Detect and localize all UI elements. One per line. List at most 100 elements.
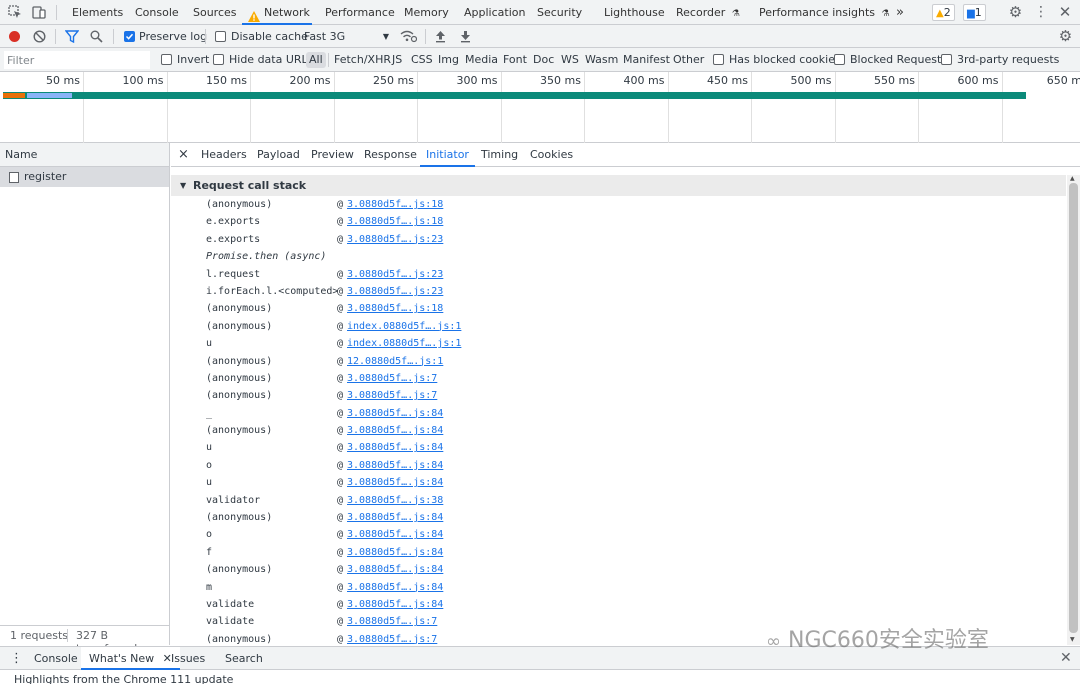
call-stack-source-link[interactable]: 3.0880d5f….js:84 [347,477,443,488]
clear-icon[interactable] [33,30,46,43]
detail-tab-cookies[interactable]: Cookies [530,143,573,167]
messages-badge[interactable]: ▆1 [963,4,986,21]
invert-checkbox[interactable] [161,54,172,65]
request-call-stack-header[interactable]: ▼ Request call stack [171,175,1066,196]
more-tabs-icon[interactable]: » [896,0,904,25]
tab-application[interactable]: Application [464,0,525,25]
call-stack-source-link[interactable]: 3.0880d5f….js:18 [347,303,443,314]
call-stack-source-link[interactable]: 3.0880d5f….js:23 [347,269,443,280]
drawer-tab-issues[interactable]: Issues [171,647,205,670]
close-detail-icon[interactable]: × [178,143,189,167]
call-stack-source-link[interactable]: 3.0880d5f….js:7 [347,616,437,627]
third-party-requests-checkbox[interactable] [941,54,952,65]
throttling-select[interactable]: Fast 3G ▼ [304,25,392,48]
call-stack-source-link[interactable]: 3.0880d5f….js:84 [347,547,443,558]
tab-lighthouse[interactable]: Lighthouse [604,0,665,25]
call-stack-source-link[interactable]: 3.0880d5f….js:38 [347,495,443,506]
call-stack-source-link[interactable]: 3.0880d5f….js:84 [347,599,443,610]
tab-network[interactable]: Network [242,0,312,25]
record-icon[interactable] [9,31,20,42]
disable-cache-checkbox[interactable] [215,31,226,42]
request-list-panel: Name register [0,143,170,625]
name-column-header[interactable]: Name [0,143,169,167]
drawer-tab-console[interactable]: Console [34,647,78,670]
call-stack-source-link[interactable]: 3.0880d5f….js:23 [347,286,443,297]
call-stack-source-link[interactable]: index.0880d5f….js:1 [347,338,461,349]
call-stack-function: (anonymous) [206,372,273,384]
call-stack-source-link[interactable]: 3.0880d5f….js:18 [347,216,443,227]
tab-performance-insights[interactable]: Performance insights ⚗ [759,0,890,25]
vertical-scrollbar[interactable]: ▲ ▼ [1067,175,1080,645]
device-toolbar-icon[interactable] [31,4,47,20]
warnings-badge[interactable]: ▲2 [932,4,955,21]
type-filter-js[interactable]: JS [392,48,402,72]
type-filter-all[interactable]: All [306,52,326,68]
call-stack-source-link[interactable]: 3.0880d5f….js:7 [347,373,437,384]
call-stack-source-link[interactable]: 12.0880d5f….js:1 [347,356,443,367]
call-stack-source-link[interactable]: 3.0880d5f….js:84 [347,564,443,575]
type-filter-other[interactable]: Other [673,48,704,72]
detail-tab-timing[interactable]: Timing [481,143,518,167]
scroll-down-arrow-icon[interactable]: ▼ [1070,636,1075,643]
type-filter-doc[interactable]: Doc [533,48,554,72]
detail-tab-initiator[interactable]: Initiator [420,143,475,167]
filter-input[interactable] [4,51,150,69]
type-filter-img[interactable]: Img [438,48,459,72]
close-devtools-icon[interactable]: ✕ [1058,4,1072,20]
call-stack-source-link[interactable]: 3.0880d5f….js:84 [347,460,443,471]
preserve-log-checkbox[interactable] [124,31,135,42]
tab-sources[interactable]: Sources [193,0,237,25]
call-stack-source-link[interactable]: 3.0880d5f….js:18 [347,199,443,210]
type-filter-css[interactable]: CSS [411,48,433,72]
type-filter-font[interactable]: Font [503,48,527,72]
type-filter-manifest[interactable]: Manifest [623,48,670,72]
tab-elements[interactable]: Elements [72,0,123,25]
search-icon[interactable] [90,30,103,43]
call-stack-source-link[interactable]: 3.0880d5f….js:7 [347,390,437,401]
tab-performance[interactable]: Performance [325,0,395,25]
call-stack-source-link[interactable]: 3.0880d5f….js:7 [347,634,437,645]
call-stack-function: (anonymous) [206,512,273,524]
call-stack-row: e.exports @3.0880d5f….js:18 [171,213,1066,230]
timeline-overview[interactable]: 50 ms 100 ms 150 ms 200 ms 250 ms 300 ms 350 m… [0,72,1080,143]
request-row-register[interactable]: register [0,167,169,187]
drawer-menu-icon[interactable]: ⋮ [10,647,23,670]
call-stack-source-link[interactable]: index.0880d5f….js:1 [347,321,461,332]
scrollbar-thumb[interactable] [1069,183,1078,633]
type-filter-ws[interactable]: WS [561,48,579,72]
call-stack-source-link[interactable]: 3.0880d5f….js:84 [347,529,443,540]
has-blocked-cookies-checkbox[interactable] [713,54,724,65]
scroll-up-arrow-icon[interactable]: ▲ [1070,175,1075,182]
detail-tab-preview[interactable]: Preview [311,143,354,167]
collapse-triangle-icon: ▼ [180,181,187,190]
import-har-icon[interactable] [434,30,447,43]
detail-tab-response[interactable]: Response [364,143,417,167]
call-stack-source-link[interactable]: 3.0880d5f….js:84 [347,408,443,419]
drawer-tab-search[interactable]: Search [225,647,263,670]
filter-icon[interactable] [65,30,79,43]
blocked-requests-checkbox[interactable] [834,54,845,65]
more-options-icon[interactable]: ⋮ [1034,5,1048,20]
detail-tab-payload[interactable]: Payload [257,143,300,167]
tab-security[interactable]: Security [537,0,582,25]
tab-recorder[interactable]: Recorder ⚗ [676,0,740,25]
network-settings-gear-icon[interactable]: ⚙ [1058,29,1073,44]
call-stack-source-link[interactable]: 3.0880d5f….js:84 [347,425,443,436]
settings-gear-icon[interactable]: ⚙ [1008,5,1023,20]
tab-memory[interactable]: Memory [404,0,449,25]
type-filter-wasm[interactable]: Wasm [585,48,618,72]
type-filter-fetch-xhr[interactable]: Fetch/XHR [334,48,391,72]
inspect-element-icon[interactable] [8,5,22,19]
hide-data-urls-checkbox[interactable] [213,54,224,65]
export-har-icon[interactable] [459,30,472,43]
drawer-tab-whats-new[interactable]: What's New ✕ [81,647,180,670]
detail-tab-headers[interactable]: Headers [201,143,247,167]
network-conditions-icon[interactable] [400,30,417,43]
type-filter-media[interactable]: Media [465,48,498,72]
call-stack-source-link[interactable]: 3.0880d5f….js:84 [347,442,443,453]
call-stack-source-link[interactable]: 3.0880d5f….js:84 [347,582,443,593]
tab-console[interactable]: Console [135,0,179,25]
call-stack-source-link[interactable]: 3.0880d5f….js:23 [347,234,443,245]
close-drawer-icon[interactable]: ✕ [1060,647,1072,670]
call-stack-source-link[interactable]: 3.0880d5f….js:84 [347,512,443,523]
